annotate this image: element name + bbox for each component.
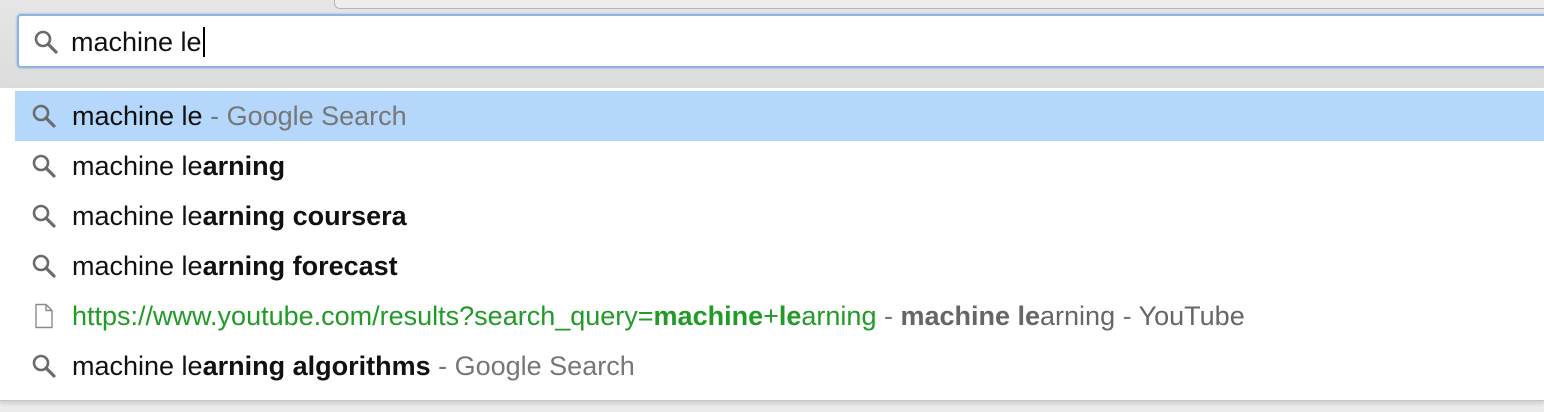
search-icon [32,204,56,228]
suggestion-completion: arning algorithms [202,351,431,381]
suggestion-typed: machine le [72,151,203,181]
suggestion-text: https://www.youtube.com/results?search_q… [72,291,1245,341]
search-icon [34,30,58,54]
suggestion-completion: arning [202,151,286,181]
page-title-match: machine le [900,301,1041,331]
suggestion-separator: - [876,301,901,331]
text-caret [202,27,205,57]
omnibox-input[interactable]: machine le [71,24,205,60]
suggestion-text: machine learning coursera [72,191,407,241]
page-title-rest: arning [1040,301,1116,331]
suggestion-source: Google Search [454,351,635,381]
suggestion-separator: - [430,351,455,381]
url-plus: + [763,301,779,331]
suggestion-text: machine learning algorithms - Google Sea… [72,341,635,391]
page-site: YouTube [1138,301,1245,331]
suggestion-completion: arning coursera [202,201,407,231]
omnibox-query: machine le [71,27,202,57]
url-match-machine: machine [653,301,764,331]
suggestion-separator: - [1115,301,1139,331]
suggestion-text: machine learning [72,141,285,191]
tab-strip-edge [334,0,1544,9]
suggestion-typed: machine le [72,251,203,281]
url-rest: arning [801,301,877,331]
url-match-le: le [778,301,802,331]
suggestion-dropdown: machine le - Google Search machine learn… [0,88,1544,401]
suggestion-typed: machine le [72,351,203,381]
suggestion-typed: machine le [72,201,203,231]
suggestion-text: machine le - Google Search [72,91,407,141]
page-icon [35,303,53,329]
omnibox[interactable]: machine le [17,14,1544,68]
suggestion-text: machine learning forecast [72,241,398,291]
suggestion-item[interactable]: machine learning forecast [15,241,1544,291]
search-icon [32,104,56,128]
browser-toolbar: machine le [0,0,1544,89]
search-icon [32,254,56,278]
suggestion-separator: - [202,101,227,131]
suggestion-query: machine le [72,101,203,131]
suggestion-item[interactable]: machine learning [15,141,1544,191]
suggestion-item[interactable]: machine learning coursera [15,191,1544,241]
url-suggestion-item[interactable]: https://www.youtube.com/results?search_q… [15,291,1544,341]
search-icon [32,154,56,178]
suggestion-item[interactable]: machine le - Google Search [15,91,1544,141]
search-icon [32,354,56,378]
suggestion-completion: arning forecast [202,251,398,281]
suggestion-source: Google Search [226,101,407,131]
url-prefix: https://www.youtube.com/results?search_q… [72,301,654,331]
suggestion-item[interactable]: machine learning algorithms - Google Sea… [15,341,1544,391]
